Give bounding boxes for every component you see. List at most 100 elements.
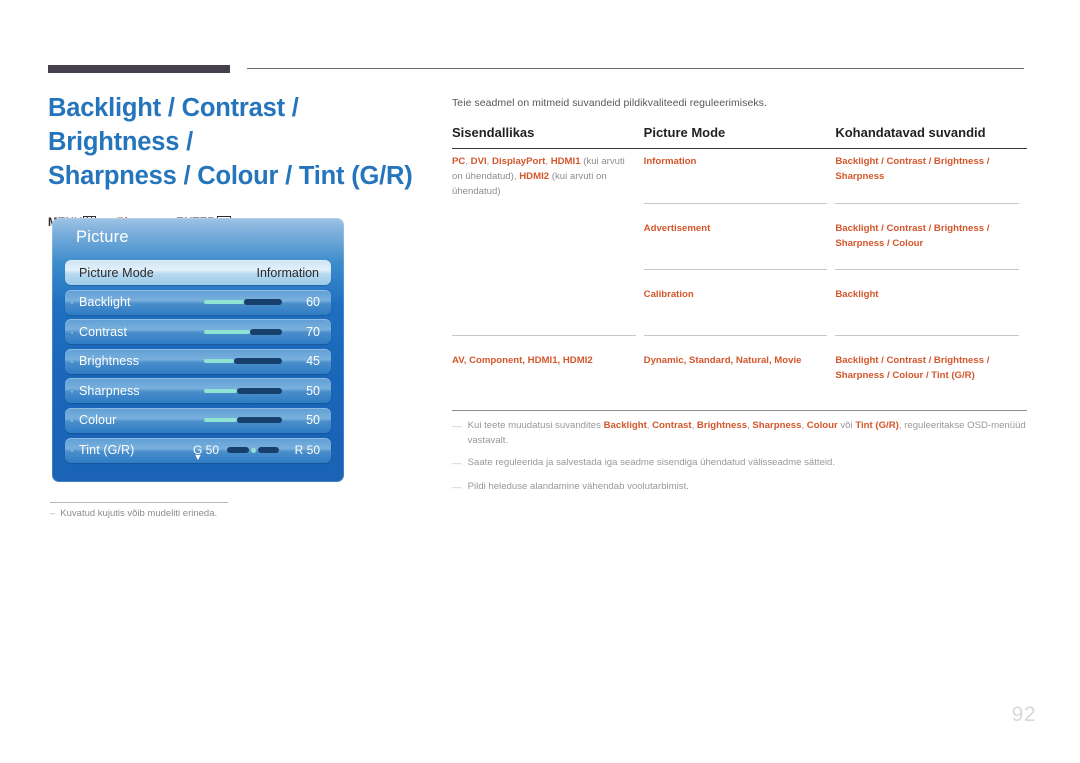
footnote-item: — Saate reguleerida ja salvestada iga se… (452, 456, 1027, 472)
page-title-line-2: Sharpness / Colour / Tint (G/R) (48, 161, 413, 190)
right-column: Teie seadmel on mitmeid suvandeid pildik… (452, 97, 1027, 503)
osd-slider[interactable] (204, 387, 282, 394)
separator-cell (835, 329, 1027, 348)
osd-slider-value: 50 (306, 413, 320, 428)
table-header-row: Sisendallikas Picture Mode Kohandatavad … (452, 125, 1027, 149)
footnote-term: Contrast (652, 420, 692, 432)
osd-tint-knob[interactable] (250, 447, 256, 453)
osd-slider-value: 60 (306, 295, 320, 310)
osd-slider[interactable] (204, 417, 282, 424)
separator-line (835, 269, 1019, 271)
osd-row-bullet-icon: · (70, 324, 74, 339)
osd-row-contrast[interactable]: · Contrast 70 (65, 319, 331, 345)
osd-slider-value: 45 (306, 354, 320, 369)
table-separator-row (452, 329, 1027, 348)
intro-text: Teie seadmel on mitmeid suvandeid pildik… (452, 97, 767, 109)
footnote-text: Pildi heleduse alandamine vähendab voolu… (467, 480, 689, 492)
osd-slider[interactable] (204, 358, 282, 365)
separator-cell (643, 263, 836, 282)
separator-line (643, 202, 828, 204)
footnote-dash: — (452, 458, 462, 470)
osd-row-bullet-icon: · (70, 383, 74, 398)
page-title: Backlight / Contrast / Brightness / Shar… (48, 92, 428, 194)
source-token: AV, Component, HDMI1, HDMI2 (452, 355, 593, 367)
footnote-text: Saate reguleerida ja salvestada iga sead… (467, 457, 836, 469)
option-line: Backlight (835, 289, 879, 301)
osd-row-label: Contrast (79, 324, 128, 339)
osd-picture-panel: Picture Picture Mode Information · Backligh… (52, 218, 344, 482)
footnote-term: Colour (806, 420, 838, 432)
page-title-line-1: Backlight / Contrast / Brightness / (48, 94, 299, 156)
osd-slider-track (244, 299, 282, 306)
table-body: PC, DVI, DisplayPort, HDMI1 (kui arvuti … (452, 149, 1027, 397)
osd-scroll-down-icon[interactable]: ▼ (52, 453, 344, 462)
cell-adjustable-options: Backlight (835, 282, 1027, 329)
osd-row-label: Backlight (79, 295, 131, 310)
cell-picture-mode: Dynamic, Standard, Natural, Movie (644, 348, 836, 396)
header-rule-thin (247, 68, 1024, 69)
footnote-item: — Kui teete muudatusi suvandites Backlig… (452, 419, 1027, 448)
osd-row-bullet-icon: · (70, 354, 74, 369)
separator-cell (643, 329, 836, 348)
osd-row-label: Sharpness (79, 383, 140, 398)
footnote-part: või (837, 420, 856, 432)
cell-picture-mode: Calibration (644, 282, 836, 329)
picture-mode-name: Advertisement (643, 222, 711, 234)
footnotes-block: — Kui teete muudatusi suvandites Backlig… (452, 410, 1027, 495)
osd-row-label: Picture Mode (79, 265, 154, 280)
osd-row-sharpness[interactable]: · Sharpness 50 (65, 378, 331, 404)
separator-cell (452, 329, 644, 348)
osd-row-bullet-icon: · (70, 413, 74, 428)
osd-row-picture-mode[interactable]: Picture Mode Information (65, 260, 331, 285)
osd-row-backlight[interactable]: · Backlight 60 (65, 289, 331, 315)
osd-slider-value: 50 (306, 383, 320, 398)
separator-cell (835, 263, 1027, 282)
osd-row-bullet-icon: · (70, 295, 74, 310)
osd-slider-value: 70 (306, 324, 320, 339)
footnote-text: Kui teete muudatusi suvandites Backlight… (468, 419, 1027, 448)
table-row: PC, DVI, DisplayPort, HDMI1 (kui arvuti … (452, 149, 1027, 197)
left-footnote: – Kuvatud kujutis võib mudeliti erineda. (50, 508, 390, 519)
separator-line (452, 335, 636, 337)
column-header-picture-mode: Picture Mode (643, 125, 726, 140)
osd-menu-list: Picture Mode Information · Backlight 60 · Cont… (65, 260, 331, 467)
footnote-term: Sharpness (752, 420, 802, 432)
page-number: 92 (1011, 703, 1036, 726)
separator-line (643, 335, 828, 337)
picture-mode-table: Sisendallikas Picture Mode Kohandatavad … (452, 125, 1027, 396)
table-head: Sisendallikas Picture Mode Kohandatavad … (452, 125, 1027, 149)
osd-slider[interactable] (204, 299, 282, 306)
osd-slider-track (234, 358, 282, 365)
osd-panel-title: Picture (76, 228, 129, 246)
left-note-rule (50, 502, 228, 503)
source-token: PC (452, 156, 466, 167)
footnote-part: Kui teete muudatusi suvandites (467, 420, 604, 432)
option-line: Sharpness / Colour / Tint (G/R) (835, 370, 975, 382)
column-header-adjustable-options: Kohandatavad suvandid (835, 125, 986, 140)
cell-source-pc: PC, DVI, DisplayPort, HDMI1 (kui arvuti … (452, 149, 644, 330)
osd-slider-fill (204, 388, 237, 393)
option-line: Sharpness (835, 170, 885, 182)
osd-row-label: Colour (79, 413, 117, 428)
separator-cell (835, 197, 1027, 216)
osd-slider-track (237, 387, 282, 394)
osd-slider-fill (204, 418, 237, 423)
footnote-item: — Pildi heleduse alandamine vähendab voo… (452, 480, 1027, 496)
osd-row-colour[interactable]: · Colour 50 (65, 407, 331, 433)
cell-adjustable-options: Backlight / Contrast / Brightness / Shar… (835, 149, 1027, 197)
source-token: DisplayPort (492, 156, 546, 167)
separator-line (835, 335, 1019, 337)
cell-adjustable-options: Backlight / Contrast / Brightness / Shar… (835, 348, 1027, 396)
footnotes-rule (452, 410, 1027, 412)
separator-cell (643, 197, 836, 216)
osd-slider[interactable] (204, 328, 282, 335)
picture-mode-name: Dynamic, Standard, Natural, Movie (643, 355, 802, 367)
table-row: AV, Component, HDMI1, HDMI2 Dynamic, Sta… (452, 348, 1027, 396)
left-footnote-dash: – (50, 508, 56, 519)
osd-row-brightness[interactable]: · Brightness 45 (65, 348, 331, 374)
left-column: Backlight / Contrast / Brightness / Shar… (48, 92, 428, 230)
osd-row-value: Information (256, 265, 319, 280)
left-footnote-text: Kuvatud kujutis võib mudeliti erineda. (60, 508, 218, 519)
cell-picture-mode: Information (644, 149, 836, 197)
osd-slider-fill (204, 329, 250, 334)
